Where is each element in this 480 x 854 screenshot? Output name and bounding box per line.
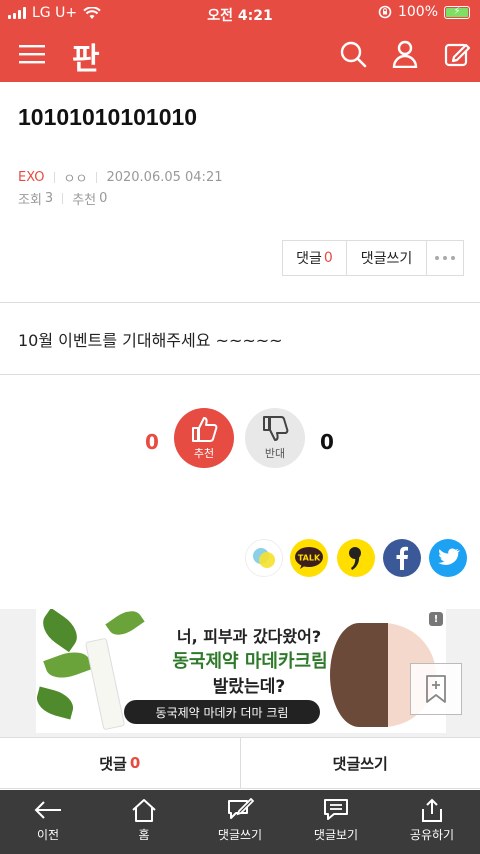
share-facebook-button[interactable] bbox=[383, 539, 421, 577]
post-title: 10101010101010 bbox=[18, 104, 198, 130]
write-comment-icon bbox=[228, 798, 254, 819]
bookmark-button[interactable] bbox=[410, 663, 462, 715]
upvote-count: 0 bbox=[145, 430, 159, 454]
recommend-count: 0 bbox=[99, 191, 108, 206]
view-comments-icon bbox=[324, 799, 348, 820]
home-icon bbox=[132, 799, 156, 822]
comments-button-count: 0 bbox=[323, 250, 333, 266]
thumbs-down-icon bbox=[263, 415, 289, 441]
nav-share-label: 공유하기 bbox=[409, 828, 455, 842]
ad-headline-3: 발랐는데? bbox=[212, 677, 286, 697]
ad-leaf-graphic bbox=[43, 646, 93, 684]
thumbs-up-icon bbox=[192, 416, 218, 442]
twitter-icon bbox=[438, 548, 460, 565]
menu-icon[interactable] bbox=[16, 38, 48, 70]
views-label: 조회 bbox=[18, 193, 42, 208]
comments-button-label: 댓글 bbox=[296, 251, 322, 267]
downvote-count: 0 bbox=[320, 430, 334, 454]
meta-divider bbox=[96, 172, 98, 183]
nav-view-comments-label: 댓글보기 bbox=[313, 828, 359, 842]
comment-bar-count: 0 bbox=[129, 754, 141, 772]
divider bbox=[0, 302, 480, 303]
nav-back[interactable]: 이전 bbox=[0, 790, 96, 854]
ad-headline-1: 너, 피부과 갔다왔어? bbox=[176, 627, 322, 646]
write-icon[interactable] bbox=[441, 38, 473, 70]
kakaotalk-icon: TALK bbox=[295, 547, 323, 569]
comment-bar: 댓글 0 댓글쓰기 bbox=[0, 737, 480, 789]
share-kakaopage-button[interactable] bbox=[337, 539, 375, 577]
kakaostory-icon bbox=[253, 548, 275, 568]
comment-bar-write-label: 댓글쓰기 bbox=[332, 754, 388, 773]
write-comment-button-label: 댓글쓰기 bbox=[360, 251, 413, 267]
bookmark-add-icon bbox=[426, 675, 446, 703]
battery-icon: ⚡ bbox=[444, 5, 470, 19]
bottom-nav: 이전 홈 댓글쓰기 댓글보기 공유하기 bbox=[0, 790, 480, 854]
search-icon[interactable] bbox=[337, 38, 369, 70]
share-kakaostory-button[interactable] bbox=[245, 539, 283, 577]
app-logo[interactable]: 판 bbox=[72, 34, 100, 78]
share-twitter-button[interactable] bbox=[429, 539, 467, 577]
comment-bar-comments-button[interactable]: 댓글 0 bbox=[0, 738, 241, 788]
user-icon[interactable] bbox=[389, 38, 421, 70]
upvote-label: 추천 bbox=[193, 446, 215, 460]
write-comment-button[interactable]: 댓글쓰기 bbox=[347, 241, 427, 275]
kakaotalk-label: TALK bbox=[298, 554, 321, 563]
divider bbox=[0, 374, 480, 375]
back-arrow-icon bbox=[34, 801, 61, 819]
nav-view-comments[interactable]: 댓글보기 bbox=[288, 790, 384, 854]
ad-leaf-graphic bbox=[105, 609, 145, 641]
ad-banner[interactable]: 너, 피부과 갔다왔어? 동국제약 마데카크림 발랐는데? 동국제약 마데카 더… bbox=[36, 609, 446, 733]
comment-bar-label: 댓글 bbox=[99, 754, 127, 773]
post-category[interactable]: EXO bbox=[18, 170, 45, 185]
post-date: 2020.06.05 04:21 bbox=[106, 170, 223, 185]
comma-icon bbox=[349, 547, 361, 570]
meta-divider bbox=[53, 172, 55, 183]
downvote-button[interactable]: 반대 bbox=[245, 408, 305, 468]
nav-write-comment[interactable]: 댓글쓰기 bbox=[192, 790, 288, 854]
nav-share[interactable]: 공유하기 bbox=[384, 790, 480, 854]
ad-product-tube bbox=[84, 637, 126, 731]
post-meta: EXO ㅇㅇ 2020.06.05 04:21 bbox=[18, 168, 222, 187]
ad-product-pill: 동국제약 마데카 더마 크림 bbox=[124, 700, 320, 724]
downvote-label: 반대 bbox=[264, 446, 286, 460]
share-icon bbox=[422, 798, 442, 822]
status-right: 100% ⚡ bbox=[378, 4, 470, 20]
comment-bar-write-button[interactable]: 댓글쓰기 bbox=[241, 738, 480, 788]
nav-home[interactable]: 홈 bbox=[96, 790, 192, 854]
post-stats: 조회 3 추천 0 bbox=[18, 189, 107, 208]
battery-percent: 100% bbox=[397, 4, 438, 20]
views-count: 3 bbox=[44, 191, 54, 206]
share-kakaotalk-button[interactable]: TALK bbox=[290, 539, 328, 577]
upvote-button[interactable]: 추천 bbox=[174, 408, 234, 468]
nav-write-comment-label: 댓글쓰기 bbox=[217, 828, 263, 842]
meta-divider bbox=[62, 193, 64, 204]
facebook-icon bbox=[396, 546, 408, 570]
app-bar: 판 bbox=[0, 26, 480, 82]
nav-home-label: 홈 bbox=[138, 828, 150, 842]
ad-leaf-graphic bbox=[36, 686, 77, 720]
recommend-label: 추천 bbox=[72, 193, 97, 208]
post-author: ㅇㅇ bbox=[63, 172, 88, 187]
post-body: 10월 이벤트를 기대해주세요 ~~~~~ bbox=[18, 331, 283, 350]
ad-leaf-graphic bbox=[36, 609, 84, 653]
more-icon bbox=[435, 256, 455, 260]
post-action-group: 댓글 0 댓글쓰기 bbox=[282, 240, 464, 276]
ad-info-icon[interactable]: ! bbox=[429, 612, 443, 626]
comments-button[interactable]: 댓글 0 bbox=[283, 241, 347, 275]
more-button[interactable] bbox=[427, 241, 463, 275]
rotation-lock-icon bbox=[378, 5, 392, 19]
nav-back-label: 이전 bbox=[36, 828, 60, 842]
status-bar: LG U+ 오전 4:21 100% ⚡ bbox=[0, 0, 480, 26]
